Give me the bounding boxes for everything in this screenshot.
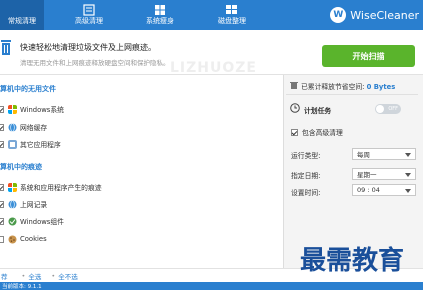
include-advanced-label: 包含高级清理 <box>302 129 343 137</box>
run-type-label: 运行类型: <box>291 152 321 160</box>
checkbox[interactable] <box>0 235 4 243</box>
watermark-faint: LIZHUOZE <box>170 60 257 76</box>
schedule-toggle[interactable]: OFF <box>375 104 401 114</box>
tab-label: 系统瘦身 <box>146 17 174 25</box>
apps-icon <box>8 139 17 149</box>
checkbox[interactable] <box>0 140 4 148</box>
day-value: 星期一 <box>357 171 377 179</box>
status-bar: 当前版本: 9.1.1 <box>0 282 423 290</box>
globe-icon <box>8 199 17 209</box>
trash-small-icon <box>290 82 298 89</box>
section-title-traces: 算机中的痕迹 <box>0 163 42 171</box>
time-label: 设置时间: <box>291 189 321 197</box>
item-label: 网络缓存 <box>20 124 48 132</box>
banner-subheading: 清理无用文件和上网痕迹释放硬盘空间和保护隐私。 <box>20 59 170 67</box>
item-label: Cookies <box>20 235 47 243</box>
chevron-down-icon <box>405 173 411 177</box>
windows-icon <box>155 5 165 15</box>
start-scan-button[interactable]: 开始扫描 <box>322 45 415 67</box>
banner-heading: 快速轻松地清理垃圾文件及上网痕迹。 <box>20 43 156 52</box>
brand-name: WiseCleaner <box>350 8 419 22</box>
trash-icon <box>1 40 11 55</box>
bullet: • <box>51 272 56 280</box>
item-label: 系统和应用程序产生的痕迹 <box>20 184 102 192</box>
item-label: 其它应用程序 <box>20 141 61 149</box>
windows-icon <box>8 104 17 114</box>
checkbox[interactable] <box>0 183 4 191</box>
tab-label: 常规清理 <box>8 17 36 25</box>
globe-icon <box>8 122 17 132</box>
include-advanced-option[interactable]: 包含高级清理 <box>291 127 343 137</box>
chevron-down-icon <box>405 189 411 193</box>
checkbox[interactable] <box>0 123 4 131</box>
item-label: Windows组件 <box>20 218 64 226</box>
toggle-label: OFF <box>388 106 398 112</box>
checkbox[interactable] <box>0 200 4 208</box>
footer-left: 荐 <box>1 273 8 281</box>
tab-advanced-clean[interactable]: 高级清理 <box>64 0 114 30</box>
time-select[interactable]: 09 : 04 <box>352 184 416 196</box>
section-title-junk-files: 算机中的无用文件 <box>0 85 56 93</box>
list-item[interactable]: 网络缓存 <box>0 121 47 133</box>
disk-icon <box>226 5 237 14</box>
space-saved-label: 已累计释放节省空间: <box>301 83 367 91</box>
day-label: 指定日期: <box>291 172 321 180</box>
watermark-main: 最需教育 <box>300 246 405 276</box>
day-select[interactable]: 星期一 <box>352 168 416 180</box>
checkbox[interactable] <box>291 128 298 136</box>
tab-disk-defrag[interactable]: 磁盘整理 <box>210 0 254 30</box>
wisecleaner-logo-icon: W <box>330 7 347 23</box>
clock-icon <box>290 103 300 113</box>
tab-label: 高级清理 <box>75 17 103 25</box>
time-value: 09 : 04 <box>357 186 380 194</box>
list-item[interactable]: Cookies <box>0 233 47 245</box>
tab-regular-clean[interactable]: 常规清理 <box>0 0 44 30</box>
list-item[interactable]: 系统和应用程序产生的痕迹 <box>0 181 102 193</box>
list-item[interactable]: 上网记录 <box>0 198 47 210</box>
tab-label: 磁盘整理 <box>218 17 246 25</box>
clean-items-panel: 算机中的无用文件 Windows系统 网络缓存 其它应用程序 算机中的痕迹 系统… <box>0 75 283 268</box>
tab-system-slim[interactable]: 系统瘦身 <box>138 0 182 30</box>
item-label: 上网记录 <box>20 201 48 209</box>
status-text: 当前版本: 9.1.1 <box>2 284 42 290</box>
advanced-clean-icon <box>83 4 95 16</box>
select-all-link[interactable]: 全选 <box>28 271 41 281</box>
list-item[interactable]: 其它应用程序 <box>0 138 61 150</box>
windows-icon <box>8 182 17 192</box>
cookie-icon <box>8 235 17 243</box>
schedule-label: 计划任务 <box>304 107 332 115</box>
select-none-link[interactable]: 全不选 <box>58 271 78 281</box>
run-type-value: 每周 <box>357 151 370 159</box>
title-bar: 常规清理 高级清理 系统瘦身 磁盘整理 W WiseCleaner <box>0 0 423 30</box>
space-saved-value: 0 Bytes <box>366 83 396 91</box>
windows-components-icon <box>8 217 17 225</box>
list-item[interactable]: Windows系统 <box>0 103 64 115</box>
checkbox[interactable] <box>0 105 4 113</box>
space-saved: 已累计释放节省空间: 0 Bytes <box>301 81 395 91</box>
chevron-down-icon <box>405 153 411 157</box>
brand: W WiseCleaner <box>330 4 419 26</box>
checkbox[interactable] <box>0 217 4 225</box>
bullet: • <box>21 272 26 280</box>
divider <box>286 94 418 95</box>
list-item[interactable]: Windows组件 <box>0 215 64 227</box>
item-label: Windows系统 <box>20 106 64 114</box>
run-type-select[interactable]: 每周 <box>352 148 416 160</box>
